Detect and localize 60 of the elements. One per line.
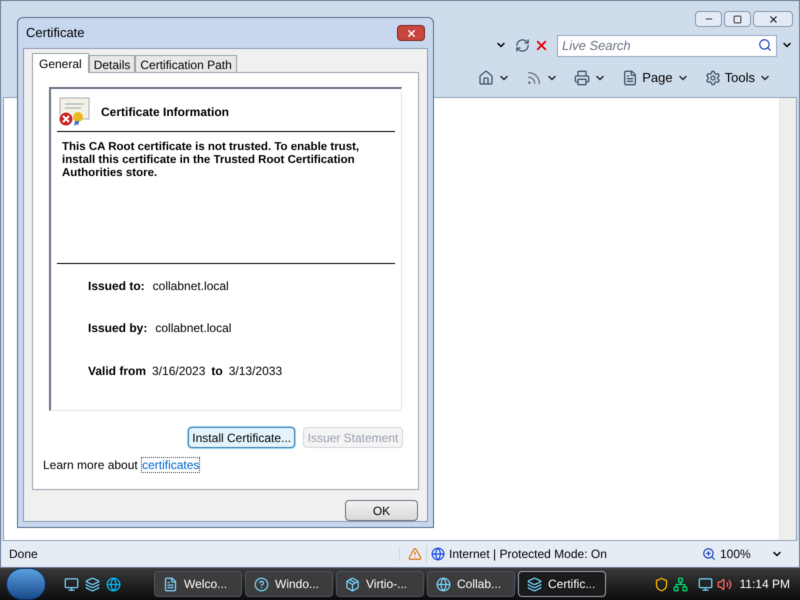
tab[interactable]: Details	[88, 55, 136, 72]
security-zone[interactable]: Internet | Protected Mode: On	[449, 545, 607, 563]
taskbar-button[interactable]: Collab...	[427, 571, 515, 597]
trust-message: This CA Root certificate is not trusted. To enable trust, install this certificate in the Trusted Root Certification Authorities store.	[61, 140, 360, 181]
certificate-icon	[527, 576, 542, 592]
close-button[interactable]	[397, 25, 425, 41]
volume-muted-icon[interactable]	[716, 576, 732, 592]
info-title: Certificate Information	[101, 104, 230, 121]
close-icon	[768, 14, 778, 24]
zoom-level[interactable]: 100%	[720, 545, 751, 563]
clock[interactable]: 11:14 PM	[740, 575, 790, 593]
command-label[interactable]: Page	[642, 68, 673, 88]
dialog-title: Certificate	[26, 24, 85, 42]
tab[interactable]: Certification Path	[135, 55, 237, 72]
desktop-icon[interactable]	[64, 576, 79, 592]
help-icon	[254, 576, 269, 592]
popup-warning-icon[interactable]	[408, 547, 422, 561]
search-icon[interactable]	[758, 38, 772, 52]
taskbar-button[interactable]: Windo...	[245, 571, 333, 597]
field-label: to	[211, 363, 223, 380]
gear-icon[interactable]	[704, 70, 721, 86]
refresh-icon[interactable]	[515, 38, 530, 52]
maximize-icon	[733, 14, 742, 24]
browser-icon[interactable]	[106, 576, 121, 592]
certificates-link[interactable]: certificates	[141, 457, 200, 473]
start-button[interactable]	[6, 568, 46, 600]
shield-icon[interactable]	[654, 576, 669, 592]
maximize-button[interactable]	[724, 11, 751, 27]
taskbar-button[interactable]: Certific...	[518, 571, 606, 597]
scrollbar[interactable]	[779, 98, 796, 540]
page-icon[interactable]	[622, 70, 638, 86]
ok-button[interactable]: OK	[345, 500, 418, 521]
status-text: Done	[8, 546, 39, 563]
browser-icon	[436, 576, 451, 592]
close-icon	[406, 28, 416, 38]
tab[interactable]: General	[32, 53, 89, 73]
home-icon[interactable]	[478, 70, 494, 86]
dialog-button[interactable]: Install Certificate...	[188, 427, 295, 448]
globe-icon	[431, 547, 445, 561]
network-icon[interactable]	[672, 576, 688, 592]
certificate-error-icon	[57, 97, 91, 127]
document-icon	[163, 576, 178, 592]
taskbar-button[interactable]: Welco...	[154, 571, 242, 597]
taskbar-button[interactable]: Virtio-...	[336, 571, 424, 597]
search-field[interactable]: Live Search	[557, 34, 777, 56]
field-value: collabnet.local	[152, 278, 229, 295]
zoom-icon[interactable]	[702, 547, 716, 561]
field-label: Issued by:	[88, 320, 148, 337]
installer-icon	[345, 576, 360, 592]
close-button[interactable]	[753, 11, 793, 27]
field-label: Valid from	[88, 363, 146, 380]
field-value: collabnet.local	[155, 320, 232, 337]
window-switch-icon[interactable]	[85, 576, 100, 592]
learn-more-text: Learn more about certificates	[43, 456, 202, 474]
field-value: 3/16/2023	[152, 363, 206, 380]
command-label[interactable]: Tools	[724, 68, 755, 88]
field-value: 3/13/2033	[228, 363, 282, 380]
field-label: Issued to:	[88, 278, 145, 295]
monitor-icon[interactable]	[698, 576, 713, 592]
printer-icon[interactable]	[574, 70, 590, 86]
